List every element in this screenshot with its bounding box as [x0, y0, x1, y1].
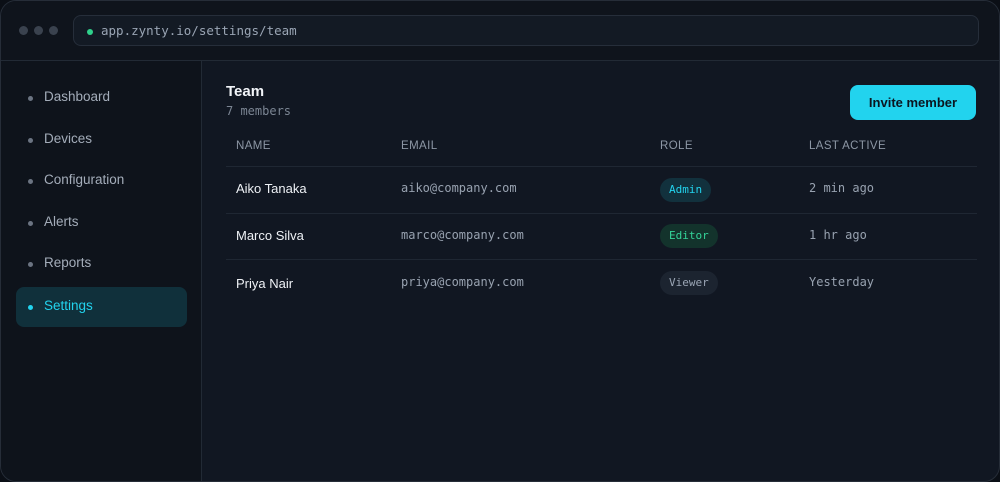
main-content: Team 7 members Invite member NAME EMAIL … [202, 61, 999, 481]
sidebar-item-devices[interactable]: Devices [16, 120, 187, 160]
sidebar-item-settings[interactable]: Settings [16, 287, 187, 327]
last-active: 1 hr ago [809, 228, 867, 242]
last-active: 2 min ago [809, 181, 875, 195]
url-text: app.zynty.io/settings/team [101, 23, 297, 38]
sidebar-item-label: Settings [44, 298, 93, 313]
sidebar-item-label: Alerts [44, 214, 79, 229]
last-active: Yesterday [809, 275, 875, 289]
browser-titlebar: app.zynty.io/settings/team [1, 1, 999, 61]
bullet-icon [28, 262, 33, 267]
sidebar-item-label: Configuration [44, 172, 125, 187]
sidebar-item-configuration[interactable]: Configuration [16, 161, 187, 201]
column-header-role[interactable]: ROLE [660, 140, 693, 152]
sidebar-item-label: Reports [44, 255, 92, 270]
member-name: Priya Nair [236, 276, 294, 291]
member-email: aiko@company.com [401, 181, 517, 195]
column-header-name[interactable]: NAME [236, 140, 271, 152]
column-header-email[interactable]: EMAIL [401, 140, 438, 152]
secure-status-icon [87, 29, 93, 35]
sidebar: Dashboard Devices Configuration Alerts R… [1, 61, 202, 481]
sidebar-item-label: Devices [44, 131, 93, 146]
app-window: app.zynty.io/settings/team Dashboard Dev… [0, 0, 1000, 482]
member-email: marco@company.com [401, 228, 524, 242]
role-badge: Editor [660, 224, 718, 248]
member-name: Aiko Tanaka [236, 181, 307, 196]
window-close-dot[interactable] [19, 26, 28, 35]
role-badge: Viewer [660, 271, 718, 295]
bullet-icon [28, 179, 33, 184]
bullet-icon [28, 221, 33, 226]
member-name: Marco Silva [236, 228, 304, 243]
sidebar-item-alerts[interactable]: Alerts [16, 203, 187, 243]
bullet-icon [28, 138, 33, 143]
role-badge: Admin [660, 178, 712, 202]
member-count: 7 members [226, 104, 292, 118]
bullet-icon [28, 305, 33, 310]
bullet-icon [28, 96, 33, 101]
sidebar-item-label: Dashboard [44, 89, 111, 104]
sidebar-item-reports[interactable]: Reports [16, 244, 187, 284]
page-title: Team [226, 83, 265, 100]
table-row[interactable]: Marco Silva marco@company.com Editor 1 h… [226, 213, 977, 260]
window-minimize-dot[interactable] [34, 26, 43, 35]
invite-member-button[interactable]: Invite member [850, 85, 976, 120]
table-row[interactable]: Aiko Tanaka aiko@company.com Admin 2 min… [226, 166, 977, 213]
address-bar[interactable]: app.zynty.io/settings/team [73, 15, 979, 46]
window-maximize-dot[interactable] [49, 26, 58, 35]
sidebar-item-dashboard[interactable]: Dashboard [16, 78, 187, 118]
column-header-last-active[interactable]: LAST ACTIVE [809, 140, 886, 152]
table-row[interactable]: Priya Nair priya@company.com Viewer Yest… [226, 259, 977, 306]
member-email: priya@company.com [401, 275, 524, 289]
